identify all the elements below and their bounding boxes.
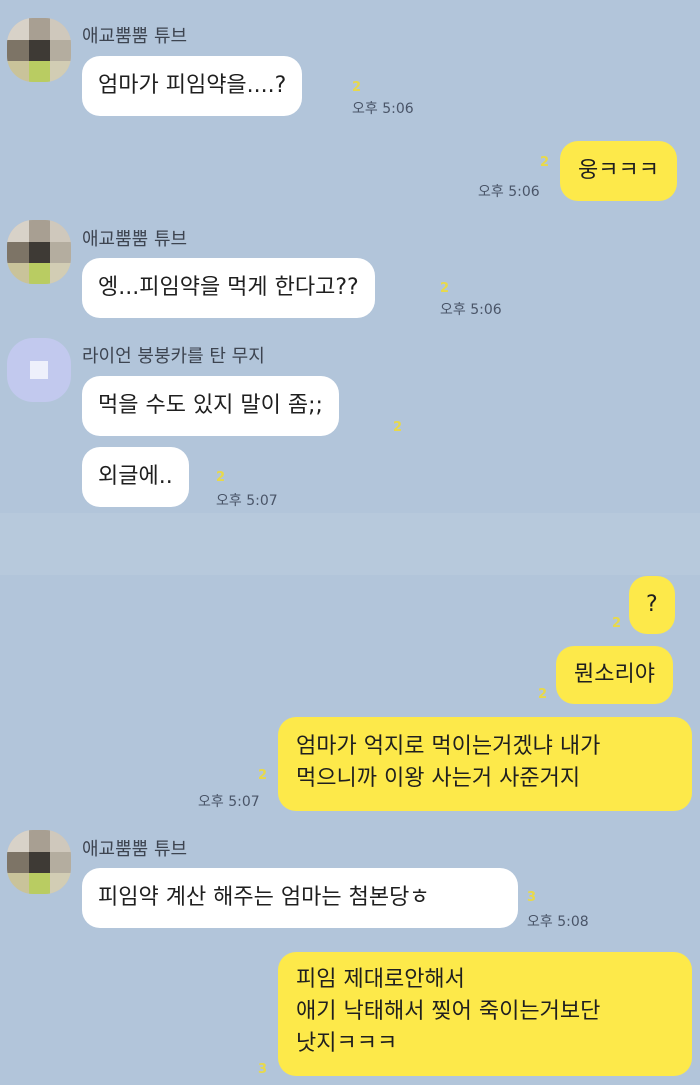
sender-name: 애교뿜뿜 튜브: [82, 839, 188, 860]
timestamp: 오후 5:06: [352, 101, 414, 117]
unread-count: 2: [612, 616, 622, 631]
timestamp: 오후 5:06: [440, 302, 502, 318]
sender-name: 라이언 붕붕카를 탄 무지: [82, 346, 265, 367]
unread-count: 3: [258, 1062, 268, 1077]
timestamp: 오후 5:06: [478, 184, 540, 200]
sender-name: 애교뿜뿜 튜브: [82, 229, 188, 250]
timestamp: 오후 5:07: [198, 794, 260, 810]
message-bubble[interactable]: 뭔소리야: [556, 646, 673, 704]
avatar[interactable]: [7, 220, 71, 284]
unread-count: 2: [258, 768, 268, 783]
sender-name: 애교뿜뿜 튜브: [82, 26, 188, 47]
unread-count: 3: [527, 890, 537, 905]
message-bubble[interactable]: 피임 제대로안해서 애기 낙태해서 찢어 죽이는거보단 낫지ㅋㅋㅋ: [278, 952, 692, 1076]
timestamp: 오후 5:07: [216, 493, 278, 509]
unread-count: 2: [216, 470, 226, 485]
unread-count: 2: [538, 687, 548, 702]
unread-count: 2: [540, 155, 550, 170]
avatar[interactable]: [7, 338, 71, 402]
unread-count: 2: [440, 281, 450, 296]
default-avatar-icon: [30, 361, 48, 379]
message-bubble[interactable]: 엥...피임약을 먹게 한다고??: [82, 258, 375, 318]
message-bubble[interactable]: 엄마가 피임약을....?: [82, 56, 303, 116]
message-bubble[interactable]: ?: [629, 576, 675, 634]
message-bubble[interactable]: 먹을 수도 있지 말이 좀;;: [82, 376, 339, 436]
unread-count: 2: [393, 420, 403, 435]
message-bubble[interactable]: 엄마가 억지로 먹이는거겠냐 내가 먹으니까 이왕 사는거 사준거지: [278, 717, 692, 811]
avatar[interactable]: [7, 830, 71, 894]
timestamp: 오후 5:08: [527, 914, 589, 930]
message-bubble[interactable]: 피임약 계산 해주는 엄마는 첨본당ㅎ: [82, 868, 518, 928]
unread-count: 2: [352, 80, 362, 95]
avatar[interactable]: [7, 18, 71, 82]
message-bubble[interactable]: 웅ㅋㅋㅋ: [560, 141, 677, 201]
screenshot-seam: [0, 513, 700, 575]
message-bubble[interactable]: 외글에..: [82, 447, 189, 507]
